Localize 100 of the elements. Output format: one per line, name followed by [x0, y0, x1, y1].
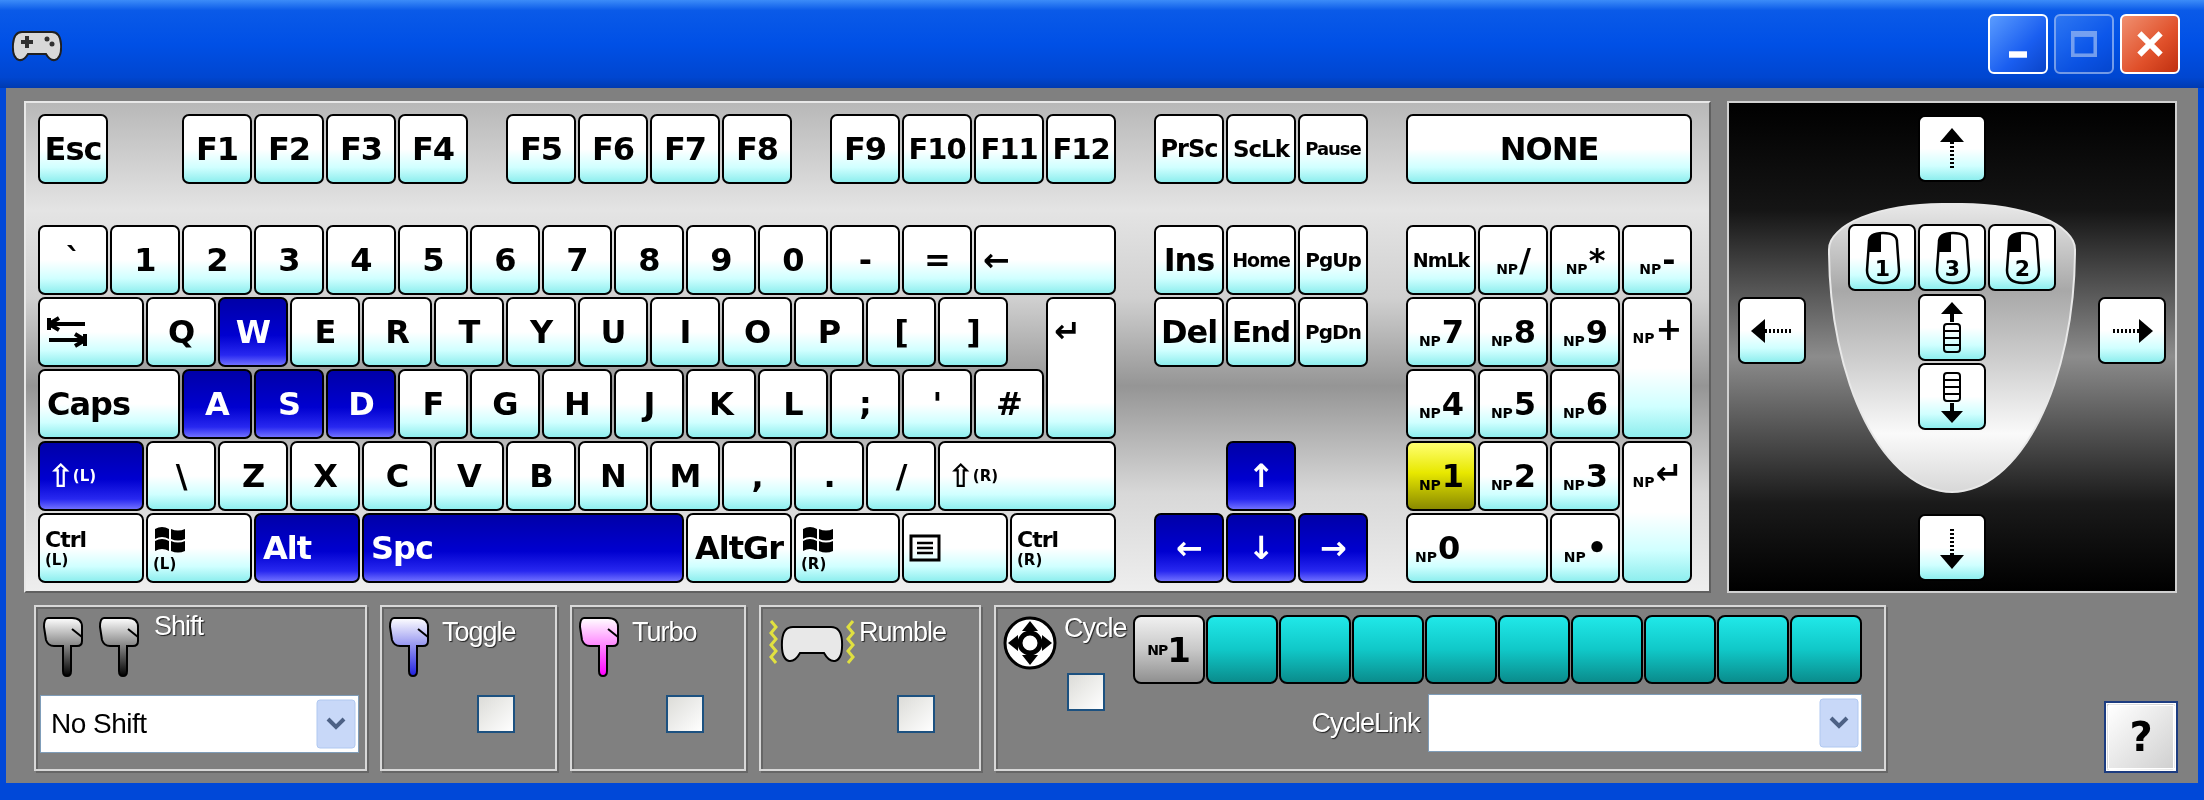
keyboard-key[interactable]: , — [722, 441, 792, 511]
keyboard-key[interactable]: Ctrl (R) — [1010, 513, 1116, 583]
keyboard-key[interactable]: R — [362, 297, 432, 367]
keyboard-key[interactable]: ; — [830, 369, 900, 439]
keyboard-key[interactable]: $_{NP}$/ — [1478, 225, 1548, 295]
keyboard-key[interactable]: ` — [38, 225, 108, 295]
keyboard-key[interactable]: J — [614, 369, 684, 439]
keyboard-key[interactable]: X — [290, 441, 360, 511]
keyboard-key[interactable]: Alt — [254, 513, 360, 583]
keyboard-key[interactable]: $_{NP}$6 — [1550, 369, 1620, 439]
keyboard-key[interactable]: E — [290, 297, 360, 367]
keyboard-key[interactable]: F3 — [326, 114, 396, 184]
keyboard-key[interactable]: $_{NP}$7 — [1406, 297, 1476, 367]
mouse-key[interactable]: 2 — [1988, 224, 2056, 291]
keyboard-key[interactable]: PgUp — [1298, 225, 1368, 295]
keyboard-key[interactable]: Q — [146, 297, 216, 367]
keyboard-key[interactable]: ← — [974, 225, 1116, 295]
keyboard-key[interactable]: A — [182, 369, 252, 439]
keyboard-key[interactable]: 0 — [758, 225, 828, 295]
cycle-slot[interactable] — [1424, 615, 1497, 684]
keyboard-key[interactable]: 7 — [542, 225, 612, 295]
keyboard-key[interactable]: K — [686, 369, 756, 439]
keyboard-key[interactable]: ↵ — [1046, 297, 1116, 439]
keyboard-key[interactable]: F9 — [830, 114, 900, 184]
mouse-key[interactable] — [1918, 514, 1986, 581]
cycle-slot[interactable] — [1497, 615, 1570, 684]
mouse-key[interactable]: 1 — [1848, 224, 1916, 291]
cycle-slot[interactable] — [1716, 615, 1789, 684]
keyboard-key[interactable]: V — [434, 441, 504, 511]
keyboard-key[interactable]: AltGr — [686, 513, 792, 583]
cycle-link-dropdown[interactable] — [1427, 694, 1862, 752]
keyboard-key[interactable]: ↑ — [1226, 441, 1296, 511]
keyboard-key[interactable]: 9 — [686, 225, 756, 295]
cycle-slot[interactable] — [1570, 615, 1643, 684]
keyboard-key[interactable]: Z — [218, 441, 288, 511]
checkbox[interactable] — [666, 694, 704, 733]
keyboard-key[interactable]: PgDn — [1298, 297, 1368, 367]
keyboard-key[interactable]: F2 — [254, 114, 324, 184]
keyboard-key[interactable]: . — [794, 441, 864, 511]
keyboard-key[interactable]: Ins — [1154, 225, 1224, 295]
keyboard-key[interactable]: F6 — [578, 114, 648, 184]
keyboard-key[interactable]: P — [794, 297, 864, 367]
keyboard-key[interactable]: T — [434, 297, 504, 367]
keyboard-key[interactable]: H — [542, 369, 612, 439]
keyboard-key[interactable]: Y — [506, 297, 576, 367]
keyboard-key[interactable]: PrSc — [1154, 114, 1224, 184]
keyboard-key[interactable]: F — [398, 369, 468, 439]
keyboard-key[interactable]: $_{NP}$* — [1550, 225, 1620, 295]
shift-dropdown[interactable]: No Shift — [40, 695, 359, 753]
keyboard-key[interactable]: 3 — [254, 225, 324, 295]
keyboard-key[interactable]: ↓ — [1226, 513, 1296, 583]
mouse-key[interactable] — [1918, 363, 1986, 430]
keyboard-key[interactable]: $_{NP}$4 — [1406, 369, 1476, 439]
close-button[interactable] — [2120, 14, 2180, 74]
checkbox[interactable] — [476, 694, 515, 733]
keyboard-key[interactable]: 5 — [398, 225, 468, 295]
keyboard-key[interactable]: F7 — [650, 114, 720, 184]
keyboard-key[interactable] — [38, 297, 144, 367]
keyboard-key[interactable]: G — [470, 369, 540, 439]
keyboard-key[interactable]: 4 — [326, 225, 396, 295]
keyboard-key[interactable]: [ — [866, 297, 936, 367]
keyboard-key[interactable]: Pause — [1298, 114, 1368, 184]
cycle-slot[interactable] — [1789, 615, 1862, 684]
keyboard-key[interactable]: 1 — [110, 225, 180, 295]
keyboard-key[interactable]: ScLk — [1226, 114, 1296, 184]
keyboard-key[interactable]: 2 — [182, 225, 252, 295]
checkbox[interactable] — [1066, 673, 1105, 711]
help-button[interactable]: ? — [2106, 703, 2176, 771]
keyboard-key[interactable]: $_{NP}$↵ — [1622, 441, 1692, 583]
keyboard-key[interactable]: 6 — [470, 225, 540, 295]
keyboard-key[interactable]: ] — [938, 297, 1008, 367]
mouse-key[interactable] — [1918, 294, 1986, 361]
keyboard-key[interactable]: $_{NP}$2 — [1478, 441, 1548, 511]
keyboard-key[interactable]: B — [506, 441, 576, 511]
keyboard-key[interactable]: W — [218, 297, 288, 367]
keyboard-key[interactable]: / — [866, 441, 936, 511]
mouse-key[interactable] — [2098, 297, 2166, 364]
keyboard-key[interactable]: $_{NP}$+ — [1622, 297, 1692, 439]
keyboard-key[interactable]: $_{NP}$5 — [1478, 369, 1548, 439]
keyboard-key[interactable]: NmLk — [1406, 225, 1476, 295]
keyboard-key[interactable]: L — [758, 369, 828, 439]
keyboard-key[interactable]: = — [902, 225, 972, 295]
keyboard-key[interactable]: - — [830, 225, 900, 295]
keyboard-key[interactable]: N — [578, 441, 648, 511]
keyboard-key[interactable]: O — [722, 297, 792, 367]
keyboard-key[interactable]: 8 — [614, 225, 684, 295]
keyboard-key[interactable]: $_{NP}$1 — [1406, 441, 1476, 511]
keyboard-key[interactable]: $_{NP}$3 — [1550, 441, 1620, 511]
keyboard-key[interactable] — [902, 513, 1008, 583]
keyboard-key[interactable]: F4 — [398, 114, 468, 184]
keyboard-key[interactable]: F10 — [902, 114, 972, 184]
keyboard-key[interactable]: (R) — [794, 513, 900, 583]
keyboard-key[interactable]: → — [1298, 513, 1368, 583]
keyboard-key[interactable]: ' — [902, 369, 972, 439]
keyboard-key[interactable]: ← — [1154, 513, 1224, 583]
keyboard-key[interactable]: NONE — [1406, 114, 1692, 184]
keyboard-key[interactable]: Esc — [38, 114, 108, 184]
keyboard-key[interactable]: F11 — [974, 114, 1044, 184]
keyboard-key[interactable]: M — [650, 441, 720, 511]
keyboard-key[interactable]: $_{NP}$• — [1550, 513, 1620, 583]
